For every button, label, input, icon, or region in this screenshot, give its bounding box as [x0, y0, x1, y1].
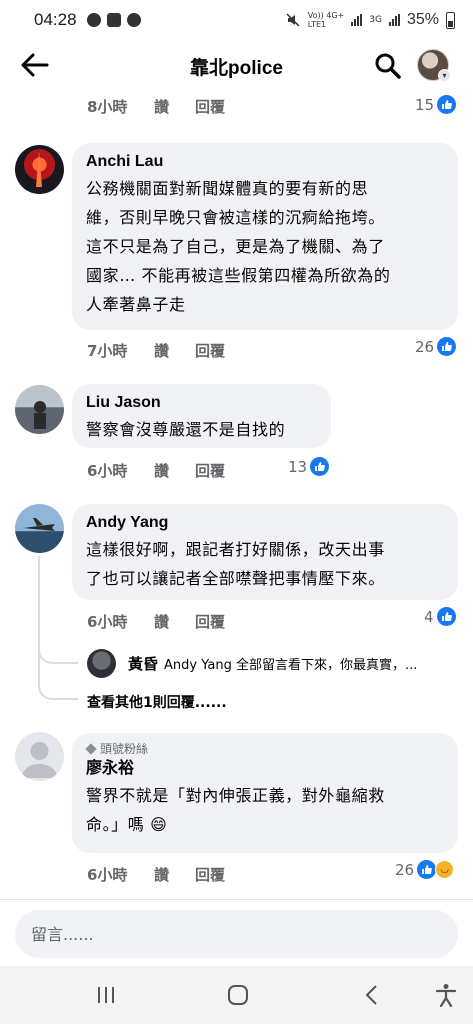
comment-time: 7小時 [87, 342, 128, 360]
facebook-notification-icon [86, 13, 101, 27]
aircraft-photo-icon [23, 518, 55, 531]
divider [0, 899, 473, 900]
accessibility-button[interactable] [431, 980, 461, 1010]
comment-composer[interactable] [15, 910, 458, 958]
like-reaction-icon [437, 95, 457, 114]
status-bar: 04:28 Vo)) 4G+ LTE1 3G 35% [0, 0, 473, 40]
system-nav-bar [0, 966, 473, 1024]
reaction-count[interactable]: 4 [424, 607, 456, 626]
commenter-avatar[interactable] [15, 385, 64, 434]
top-fan-badge: 頭號粉絲 [85, 741, 444, 757]
comment-author[interactable]: Andy Yang [86, 513, 444, 533]
comment-time: 6小時 [87, 866, 128, 884]
battery-percent: 35% [406, 11, 439, 28]
reply-avatar[interactable] [87, 649, 116, 678]
comment-time: 6小時 [87, 462, 128, 480]
like-button[interactable]: 讚 [154, 460, 195, 481]
reaction-count[interactable]: 13 [288, 457, 330, 476]
reply-button[interactable]: 回覆 [195, 611, 225, 632]
comment-bubble[interactable]: 頭號粉絲 廖永裕 警界不就是「對內伸張正義，對外龜縮救 命。」嗎 😄 [72, 733, 458, 853]
comment-author[interactable]: Anchi Lau [86, 152, 444, 172]
network2-label: 3G [369, 15, 382, 25]
network-label: Vo)) 4G+ [307, 11, 345, 20]
comment-author[interactable]: Liu Jason [86, 393, 317, 413]
reply-button[interactable]: 回覆 [195, 460, 225, 481]
reply-button[interactable]: 回覆 [195, 96, 225, 117]
search-icon [375, 53, 401, 79]
thread-connector [38, 660, 78, 700]
network-sublabel: LTE1 [307, 20, 327, 29]
like-button[interactable]: 讚 [154, 340, 195, 361]
battery-icon [446, 11, 455, 29]
chevron-down-icon: ▾ [438, 69, 451, 82]
mute-icon [286, 13, 300, 27]
comment-text: 這樣很好啊，跟記者打好關係，改天出事 了也可以讓記者全部噤聲把事情壓下來。 [86, 540, 385, 588]
like-button[interactable]: 讚 [154, 611, 195, 632]
haha-reaction-icon: ◡ [435, 860, 455, 879]
top-bar: 靠北police ▾ [0, 40, 473, 90]
comment-bubble[interactable]: Anchi Lau 公務機關面對新聞媒體真的要有新的思 維，否則早晚只會被這樣的… [72, 143, 458, 330]
reply-button[interactable]: 回覆 [195, 340, 225, 361]
commenter-avatar[interactable] [15, 732, 64, 781]
home-icon [228, 985, 248, 1005]
accessibility-icon [435, 984, 457, 1007]
like-reaction-icon [437, 337, 457, 356]
comment-bubble[interactable]: Andy Yang 這樣很好啊，跟記者打好關係，改天出事 了也可以讓記者全部噤聲… [72, 504, 458, 600]
signal2-icon [388, 14, 400, 26]
reaction-count[interactable]: 26 ◡ [395, 860, 455, 879]
reaction-count[interactable]: 26 [415, 337, 457, 356]
like-button[interactable]: 讚 [154, 864, 195, 885]
gallery-notification-icon [106, 13, 121, 27]
profile-avatar-button[interactable]: ▾ [417, 49, 451, 82]
like-reaction-icon [310, 457, 330, 476]
comment-meta: 6小時 讚 回覆 [87, 460, 225, 481]
comment-meta: 6小時 讚 回覆 [87, 864, 225, 885]
comment-text: 公務機關面對新聞媒體真的要有新的思 維，否則早晚只會被這樣的沉痾給拖垮。 這不只… [86, 179, 391, 314]
tower-image-icon [36, 151, 42, 187]
signal-icon [351, 14, 363, 26]
recent-apps-icon [98, 987, 114, 1003]
default-avatar-icon [21, 742, 58, 778]
like-button[interactable]: 讚 [154, 96, 195, 117]
chevron-left-icon [365, 985, 377, 1005]
system-back-button[interactable] [357, 980, 387, 1010]
commenter-avatar[interactable] [15, 145, 64, 194]
comment-author[interactable]: 廖永裕 [86, 759, 444, 779]
reaction-count[interactable]: 15 [415, 95, 457, 114]
comment-meta: 8小時 讚 回覆 [87, 96, 225, 117]
comment-time: 8小時 [87, 98, 128, 116]
account-notification-icon [126, 13, 141, 27]
comment-meta: 6小時 讚 回覆 [87, 611, 225, 632]
status-time: 04:28 [34, 10, 77, 29]
comment-text: 警察會沒尊嚴還不是自找的 [86, 420, 286, 439]
person-photo-icon [34, 401, 46, 429]
reply-author[interactable]: 黃昏 [128, 653, 158, 674]
comment-bubble[interactable]: Liu Jason 警察會沒尊嚴還不是自找的 [72, 384, 331, 448]
commenter-avatar[interactable] [15, 504, 64, 553]
reply-text: Andy Yang 全部留言看下來，你最真實，... [164, 658, 418, 673]
recent-apps-button[interactable] [91, 980, 121, 1010]
like-reaction-icon [417, 860, 437, 879]
page-title: 靠北police [190, 58, 283, 79]
comment-meta: 7小時 讚 回覆 [87, 340, 225, 361]
comment-input[interactable] [31, 924, 442, 944]
comment-time: 6小時 [87, 613, 128, 631]
comment-text: 警界不就是「對內伸張正義，對外龜縮救 命。」嗎 😄 [86, 786, 385, 834]
reply-preview[interactable]: 黃昏 Andy Yang 全部留言看下來，你最真實，... [87, 649, 417, 678]
like-reaction-icon [436, 607, 456, 626]
search-button[interactable] [374, 52, 402, 80]
reply-button[interactable]: 回覆 [195, 864, 225, 885]
view-more-replies-link[interactable]: 查看其他1則回覆...... [87, 692, 227, 712]
diamond-icon [85, 743, 97, 755]
home-button[interactable] [223, 980, 253, 1010]
